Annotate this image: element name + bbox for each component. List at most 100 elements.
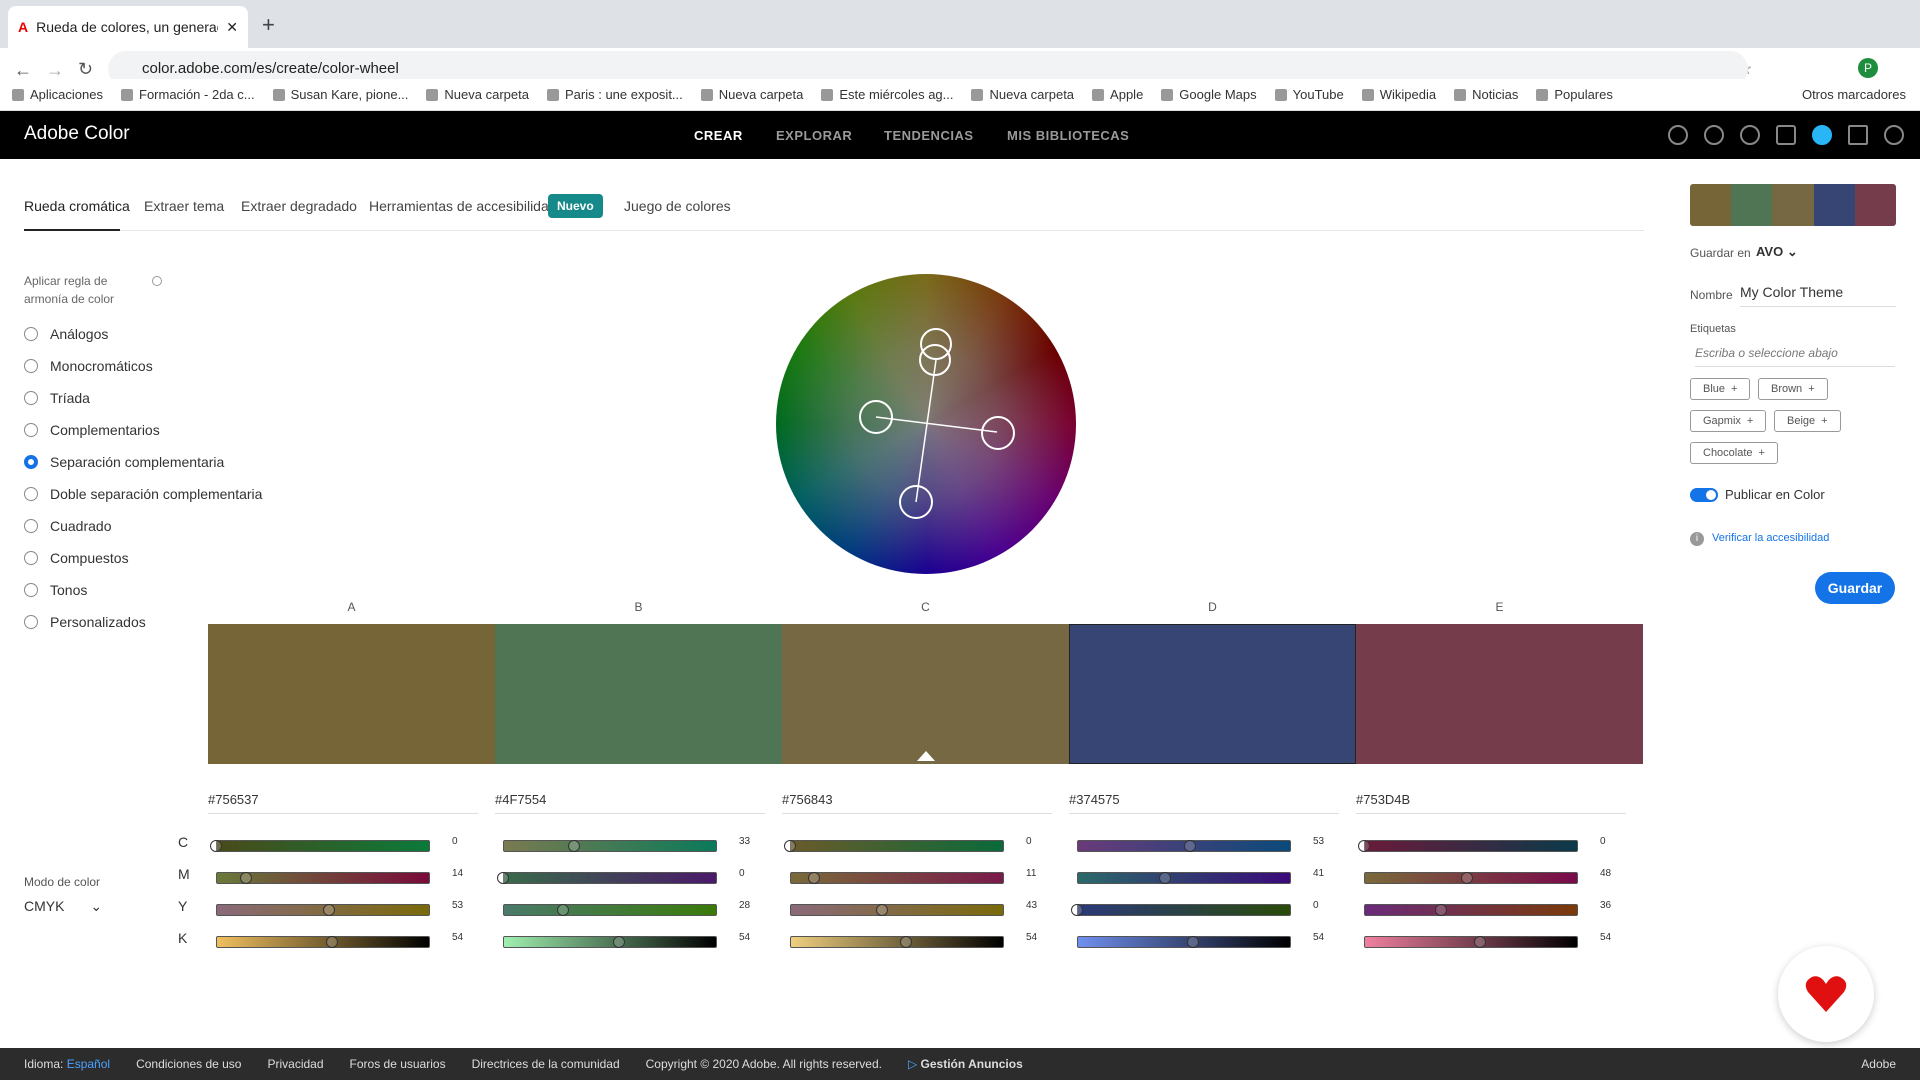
channel-slider-track[interactable]	[790, 936, 1004, 948]
bookmark-item[interactable]: Wikipedia	[1361, 87, 1436, 102]
tags-input[interactable]: Escriba o seleccione abajo	[1695, 346, 1895, 367]
save-button[interactable]: Guardar	[1815, 572, 1895, 604]
slider-thumb[interactable]	[325, 936, 338, 948]
channel-slider-track[interactable]	[503, 840, 717, 852]
bookmark-item[interactable]: Este miércoles ag...	[821, 87, 953, 102]
channel-value[interactable]: 53	[452, 900, 463, 911]
slider-thumb[interactable]	[612, 936, 625, 948]
channel-value[interactable]: 11	[1026, 868, 1036, 879]
channel-slider-track[interactable]	[790, 872, 1004, 884]
radio-button[interactable]	[24, 487, 38, 501]
slider-thumb[interactable]	[567, 840, 580, 852]
ads-link[interactable]: ▷ Gestión Anuncios	[908, 1057, 1023, 1071]
radio-button[interactable]	[24, 519, 38, 533]
bookmark-item[interactable]: Populares	[1536, 87, 1613, 102]
hex-input[interactable]: #374575	[1069, 792, 1339, 814]
tab-extraer-tema[interactable]: Extraer tema	[144, 198, 224, 214]
color-mode-select[interactable]: CMYK ⌄	[24, 898, 102, 915]
channel-slider-track[interactable]	[503, 936, 717, 948]
nav-tendencias[interactable]: TENDENCIAS	[884, 128, 974, 143]
bookmark-item[interactable]: Susan Kare, pione...	[272, 87, 408, 102]
channel-value[interactable]: 0	[1026, 836, 1032, 847]
bookmark-item[interactable]: Noticias	[1454, 87, 1518, 102]
channel-value[interactable]: 48	[1600, 868, 1611, 879]
tab-accesibilidad[interactable]: Herramientas de accesibilidad	[369, 198, 557, 214]
bookmark-item[interactable]: YouTube	[1274, 87, 1344, 102]
hex-input[interactable]: #756537	[208, 792, 478, 814]
channel-slider-track[interactable]	[503, 904, 717, 916]
radio-button[interactable]	[24, 327, 38, 341]
channel-slider-track[interactable]	[790, 904, 1004, 916]
slider-thumb[interactable]	[1358, 840, 1370, 852]
reload-icon[interactable]: ↻	[78, 59, 93, 80]
theme-icon[interactable]	[1704, 125, 1724, 145]
bookmark-item[interactable]: Nueva carpeta	[971, 87, 1074, 102]
language-selector[interactable]: Idioma: Español	[24, 1057, 110, 1071]
harmony-rule-option[interactable]: Tríada	[24, 390, 90, 406]
hex-input[interactable]: #756843	[782, 792, 1052, 814]
channel-slider-track[interactable]	[790, 840, 1004, 852]
footer-link-guidelines[interactable]: Directrices de la comunidad	[472, 1057, 620, 1071]
publish-toggle[interactable]	[1690, 488, 1718, 502]
channel-slider-track[interactable]	[1364, 840, 1578, 852]
radio-button[interactable]	[24, 615, 38, 629]
tag-chip[interactable]: Beige +	[1774, 410, 1841, 432]
hex-input[interactable]: #4F7554	[495, 792, 765, 814]
nav-mis-bibliotecas[interactable]: MIS BIBLIOTECAS	[1007, 128, 1129, 143]
color-swatch[interactable]	[1069, 624, 1356, 764]
channel-slider-track[interactable]	[216, 936, 430, 948]
radio-button[interactable]	[24, 423, 38, 437]
channel-value[interactable]: 0	[1313, 900, 1319, 911]
wheel-handle-c[interactable]	[919, 344, 951, 376]
star-circle-icon[interactable]	[1668, 125, 1688, 145]
slider-thumb[interactable]	[210, 840, 222, 852]
harmony-rule-option[interactable]: Compuestos	[24, 550, 129, 566]
bookmark-item[interactable]: Formación - 2da c...	[121, 87, 255, 102]
wheel-handle-d[interactable]	[899, 485, 933, 519]
slider-thumb[interactable]	[876, 904, 889, 916]
channel-value[interactable]: 0	[1600, 836, 1606, 847]
profile-avatar[interactable]: P	[1858, 58, 1878, 78]
footer-link-privacy[interactable]: Privacidad	[267, 1057, 323, 1071]
back-icon[interactable]: ←	[14, 60, 32, 81]
slider-thumb[interactable]	[1460, 872, 1473, 884]
color-swatch[interactable]	[208, 624, 495, 764]
channel-value[interactable]: 33	[739, 836, 750, 847]
tag-chip[interactable]: Gapmix +	[1690, 410, 1767, 432]
slider-thumb[interactable]	[497, 872, 509, 884]
forward-icon[interactable]: →	[46, 60, 64, 81]
channel-value[interactable]: 53	[1313, 836, 1324, 847]
tag-chip[interactable]: Blue +	[1690, 378, 1751, 400]
harmony-rule-option[interactable]: Tonos	[24, 582, 87, 598]
radio-button[interactable]	[24, 583, 38, 597]
tag-chip[interactable]: Brown +	[1758, 378, 1828, 400]
channel-slider-track[interactable]	[1077, 872, 1291, 884]
radio-button[interactable]	[24, 455, 38, 469]
slider-thumb[interactable]	[239, 872, 252, 884]
channel-value[interactable]: 43	[1026, 900, 1037, 911]
channel-slider-track[interactable]	[1364, 904, 1578, 916]
channel-value[interactable]: 54	[452, 932, 463, 943]
floating-help-button[interactable]	[1778, 946, 1874, 1042]
creative-cloud-icon[interactable]	[1884, 125, 1904, 145]
bookmark-item[interactable]: Google Maps	[1161, 87, 1257, 102]
slider-thumb[interactable]	[899, 936, 912, 948]
wheel-handle-e[interactable]	[981, 416, 1015, 450]
color-swatch[interactable]	[1356, 624, 1643, 764]
slider-thumb[interactable]	[556, 904, 569, 916]
harmony-rule-option[interactable]: Monocromáticos	[24, 358, 153, 374]
slider-thumb[interactable]	[784, 840, 796, 852]
harmony-rule-option[interactable]: Personalizados	[24, 614, 146, 630]
harmony-rule-option[interactable]: Separación complementaria	[24, 454, 224, 470]
channel-value[interactable]: 54	[1026, 932, 1037, 943]
channel-slider-track[interactable]	[216, 840, 430, 852]
help-icon[interactable]	[1740, 125, 1760, 145]
channel-value[interactable]: 14	[452, 868, 463, 879]
color-swatch[interactable]	[495, 624, 782, 764]
channel-slider-track[interactable]	[503, 872, 717, 884]
close-tab-icon[interactable]: ✕	[226, 19, 238, 36]
bookmark-item[interactable]: Apple	[1092, 87, 1143, 102]
library-select[interactable]: AVO ⌄	[1756, 244, 1798, 260]
bookmark-item[interactable]: Paris : une exposit...	[546, 87, 683, 102]
new-tab-icon[interactable]: +	[262, 12, 275, 38]
